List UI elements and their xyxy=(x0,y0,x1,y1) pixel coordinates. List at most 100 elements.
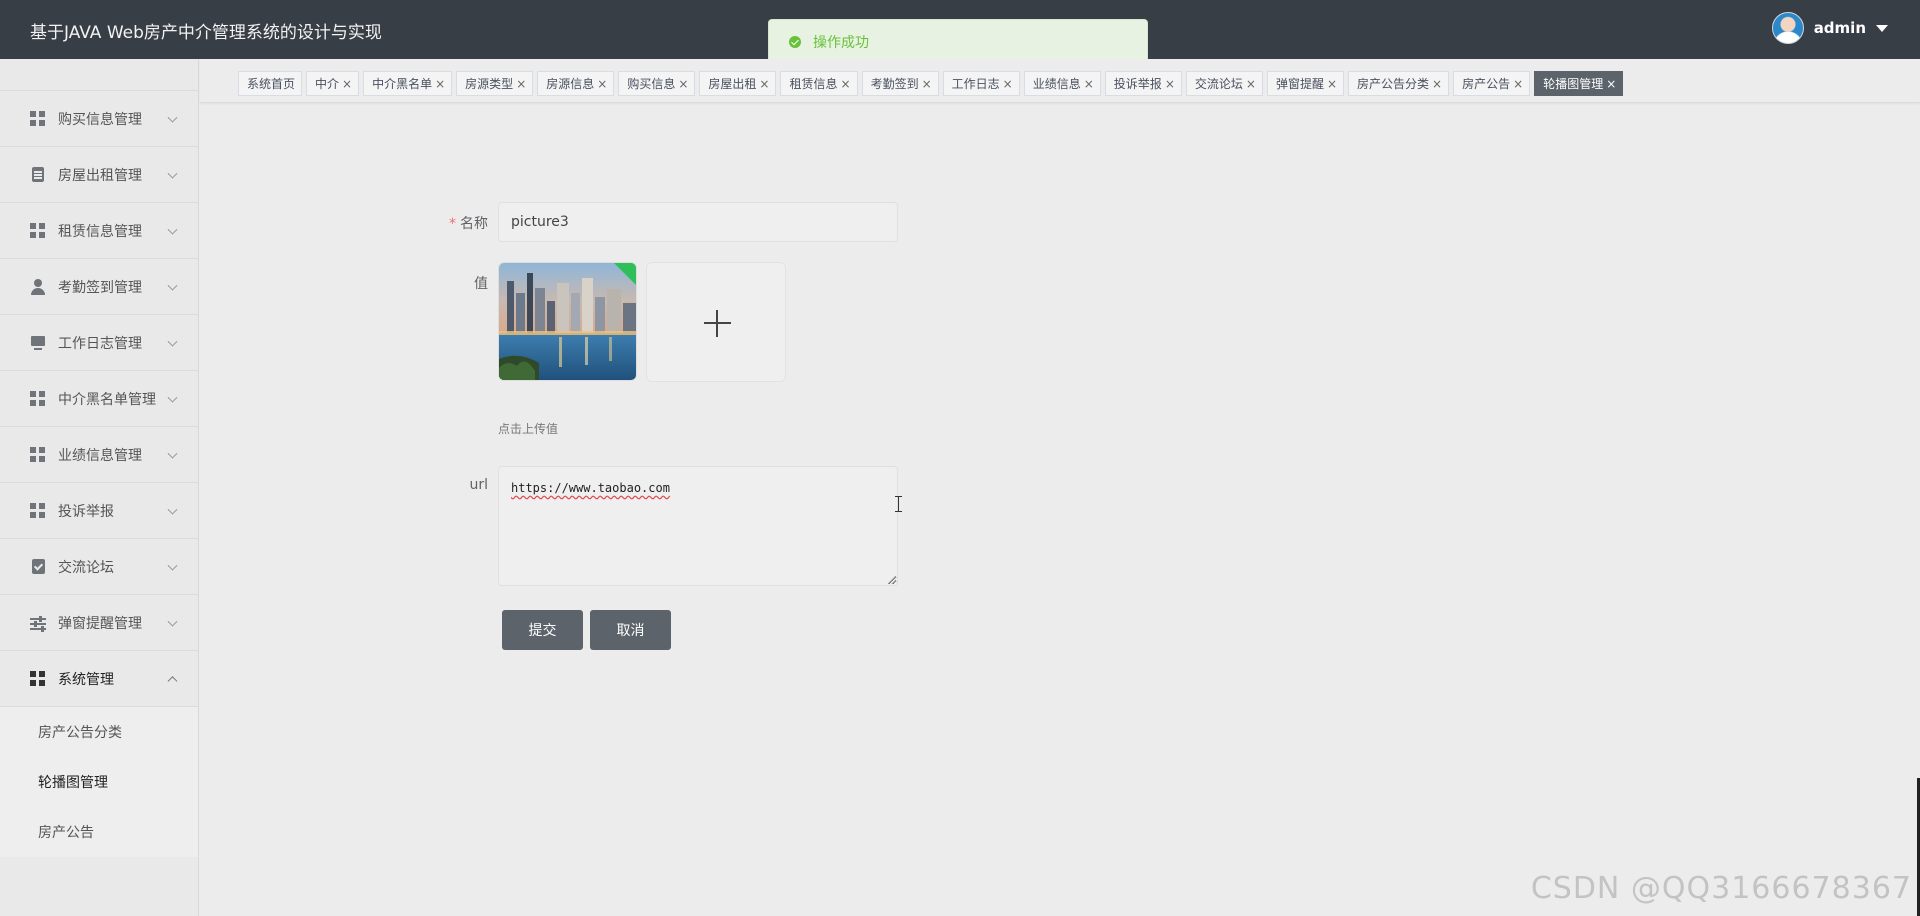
sidebar-item-label: 房屋出租管理 xyxy=(58,167,142,184)
sidebar-subitem-carousel[interactable]: 轮播图管理 xyxy=(0,757,198,807)
tab-home[interactable]: 系统首页 xyxy=(238,71,303,96)
close-icon[interactable]: × xyxy=(1432,77,1442,91)
toast-message: 操作成功 xyxy=(813,35,869,51)
sidebar-item-lease-info[interactable]: 租赁信息管理 xyxy=(0,203,198,259)
sidebar-item-label: 交流论坛 xyxy=(58,559,114,576)
tab-notice[interactable]: 房产公告 × xyxy=(1453,71,1531,96)
watermark: CSDN @QQ3166678367 xyxy=(1530,871,1912,906)
system-submenu: 房产公告分类 轮播图管理 房产公告 xyxy=(0,707,198,857)
close-icon[interactable]: × xyxy=(1606,77,1616,91)
close-icon[interactable]: × xyxy=(678,77,688,91)
close-icon[interactable]: × xyxy=(597,77,607,91)
tab-label: 房源类型 xyxy=(465,77,514,91)
close-icon[interactable]: × xyxy=(516,77,526,91)
tab-work-log[interactable]: 工作日志 × xyxy=(942,71,1020,96)
upload-button[interactable] xyxy=(646,262,786,382)
sidebar-item-work-log[interactable]: 工作日志管理 xyxy=(0,315,198,371)
user-menu[interactable]: admin xyxy=(1771,12,1888,44)
avatar[interactable] xyxy=(1771,12,1804,44)
tab-rental-house[interactable]: 房屋出租 × xyxy=(699,71,777,96)
chevron-up-icon xyxy=(167,675,178,686)
close-icon[interactable]: × xyxy=(1003,77,1013,91)
tab-house-info[interactable]: 房源信息 × xyxy=(537,71,615,96)
tab-label: 轮播图管理 xyxy=(1543,77,1604,91)
tab-agent-blacklist[interactable]: 中介黑名单 × xyxy=(363,71,453,96)
tab-lease-info[interactable]: 租赁信息 × xyxy=(780,71,858,96)
close-icon[interactable]: × xyxy=(1513,77,1523,91)
chevron-down-icon xyxy=(167,112,178,123)
name-input[interactable] xyxy=(498,202,898,242)
tab-attendance[interactable]: 考勤签到 × xyxy=(861,71,939,96)
chevron-down-icon xyxy=(167,560,178,571)
tab-label: 房产公告 xyxy=(1462,77,1511,91)
tab-notice-category[interactable]: 房产公告分类 × xyxy=(1348,71,1450,96)
tab-forum[interactable]: 交流论坛 × xyxy=(1185,71,1263,96)
city-photo xyxy=(499,263,636,380)
tab-house-type[interactable]: 房源类型 × xyxy=(456,71,534,96)
tab-agent[interactable]: 中介 × xyxy=(306,71,360,96)
submit-button[interactable]: 提交 xyxy=(502,610,583,650)
sidebar-item-agent-blacklist[interactable]: 中介黑名单管理 xyxy=(0,371,198,427)
plus-icon-vertical xyxy=(716,310,718,337)
cancel-button[interactable]: 取消 xyxy=(590,610,671,650)
sidebar: 购买信息管理 房屋出租管理 租赁信息管理 考勤签到管理 工作日志管理 中介黑名单… xyxy=(0,59,199,916)
tab-label: 弹窗提醒 xyxy=(1275,77,1324,91)
close-icon[interactable]: × xyxy=(1246,77,1256,91)
tabs-bar: 系统首页 中介 × 中介黑名单 × 房源类型 × 房源信息 × 购买信息 × 房屋出租 × … xyxy=(200,59,1920,103)
close-icon[interactable]: × xyxy=(1084,77,1094,91)
resize-handle[interactable] xyxy=(888,576,896,584)
chevron-down-icon xyxy=(167,168,178,179)
name-label-text: 名称 xyxy=(460,216,488,232)
sidebar-item-system[interactable]: 系统管理 xyxy=(0,651,198,707)
tab-label: 租赁信息 xyxy=(789,77,838,91)
sidebar-subitem-notice-category[interactable]: 房产公告分类 xyxy=(0,707,198,757)
close-icon[interactable]: × xyxy=(1165,77,1175,91)
sidebar-item-complaints[interactable]: 投诉举报 xyxy=(0,483,198,539)
sidebar-item-forum[interactable]: 交流论坛 xyxy=(0,539,198,595)
monitor-icon xyxy=(30,335,46,351)
grid-icon xyxy=(30,446,46,463)
sidebar-spacer xyxy=(0,59,198,91)
close-icon[interactable]: × xyxy=(759,77,769,91)
chevron-down-icon xyxy=(167,448,178,459)
close-icon[interactable]: × xyxy=(922,77,932,91)
user-icon xyxy=(30,278,46,295)
required-asterisk: * xyxy=(449,216,456,232)
chevron-down-icon xyxy=(167,336,178,347)
url-textarea[interactable]: https://www.taobao.com xyxy=(498,466,898,586)
caret-down-icon[interactable] xyxy=(1876,24,1888,32)
value-label: 值 xyxy=(474,276,488,292)
grid-icon xyxy=(30,110,46,127)
sidebar-item-purchase-info[interactable]: 购买信息管理 xyxy=(0,91,198,147)
sidebar-item-popup-reminder[interactable]: 弹窗提醒管理 xyxy=(0,595,198,651)
tab-label: 中介 xyxy=(315,77,340,91)
tab-label: 业绩信息 xyxy=(1032,77,1081,91)
sidebar-item-attendance[interactable]: 考勤签到管理 xyxy=(0,259,198,315)
tab-label: 房源信息 xyxy=(546,77,595,91)
success-check-icon xyxy=(789,36,801,48)
sidebar-item-label: 投诉举报 xyxy=(58,503,114,520)
close-icon[interactable]: × xyxy=(1327,77,1337,91)
sidebar-subitem-notice[interactable]: 房产公告 xyxy=(0,807,198,857)
tab-label: 系统首页 xyxy=(247,77,296,91)
tab-purchase-info[interactable]: 购买信息 × xyxy=(618,71,696,96)
name-label: * 名称 xyxy=(408,213,488,233)
tab-complaints[interactable]: 投诉举报 × xyxy=(1104,71,1182,96)
text-cursor-icon xyxy=(895,496,902,512)
tab-performance[interactable]: 业绩信息 × xyxy=(1023,71,1101,96)
sidebar-item-label: 租赁信息管理 xyxy=(58,223,142,240)
sidebar-item-performance[interactable]: 业绩信息管理 xyxy=(0,427,198,483)
grid-icon xyxy=(30,502,46,519)
tab-carousel[interactable]: 轮播图管理 × xyxy=(1534,71,1624,96)
chevron-down-icon xyxy=(167,224,178,235)
close-icon[interactable]: × xyxy=(841,77,851,91)
username[interactable]: admin xyxy=(1814,19,1866,37)
uploaded-image-thumbnail[interactable] xyxy=(498,262,637,381)
sidebar-item-rental-house[interactable]: 房屋出租管理 xyxy=(0,147,198,203)
close-icon[interactable]: × xyxy=(342,77,352,91)
url-label: url xyxy=(469,477,488,493)
chevron-down-icon xyxy=(167,616,178,627)
close-icon[interactable]: × xyxy=(435,77,445,91)
tab-label: 购买信息 xyxy=(627,77,676,91)
tab-popup-reminder[interactable]: 弹窗提醒 × xyxy=(1266,71,1345,96)
